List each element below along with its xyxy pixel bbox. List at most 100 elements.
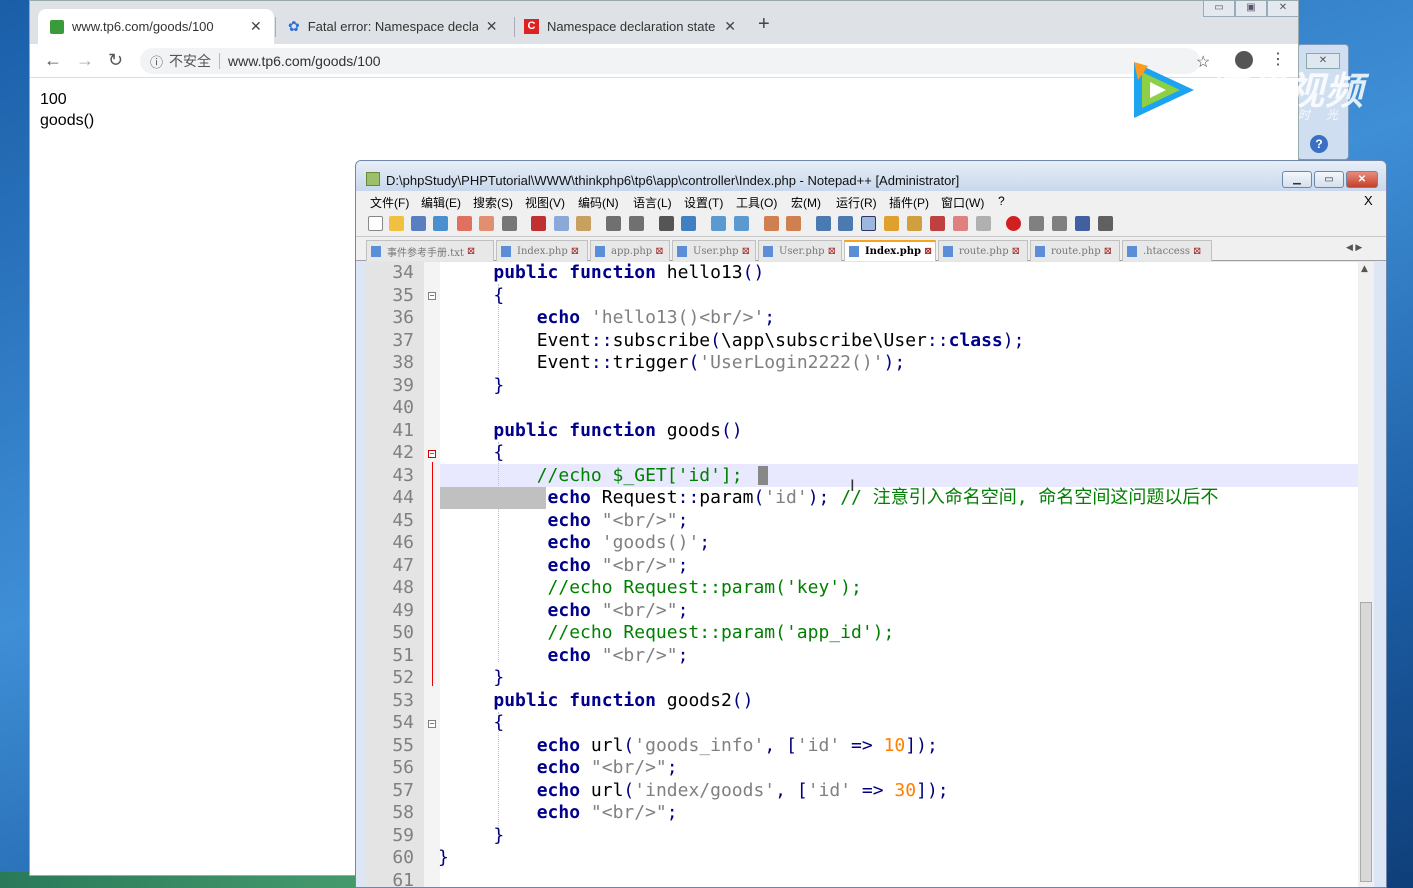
code-line: { (493, 284, 505, 306)
maximize-icon[interactable]: ▭ (1314, 171, 1344, 188)
vertical-scrollbar[interactable]: ▲ (1358, 262, 1374, 887)
close-tab-icon[interactable]: ⊠ (1193, 246, 1201, 257)
forward-arrow-icon[interactable]: → (76, 50, 94, 71)
menu-search[interactable]: 搜索(S) (473, 194, 513, 211)
file-tab[interactable]: 事件参考手册.txt ⊠ (366, 240, 494, 261)
code-editor[interactable]: 34 35 36 37 38 39 40 41 42 43 44 45 46 4… (366, 262, 1374, 888)
copy-icon[interactable] (554, 216, 569, 231)
close-tab-icon[interactable]: ⊠ (571, 246, 579, 257)
menu-file[interactable]: 文件(F) (370, 194, 409, 211)
close-all-icon[interactable] (479, 216, 494, 231)
minimize-icon[interactable]: ▭ (1203, 1, 1235, 17)
close-tab-icon[interactable]: ⊠ (1012, 246, 1020, 257)
scroll-up-arrow-icon[interactable]: ▲ (1361, 264, 1368, 274)
close-tab-icon[interactable]: ✕ (486, 18, 498, 35)
file-tab[interactable]: route.php ⊠ (1030, 240, 1120, 261)
reload-icon[interactable]: ↻ (108, 50, 123, 71)
close-tab-icon[interactable]: ✕ (250, 18, 262, 35)
close-document-icon[interactable]: X (1364, 193, 1373, 208)
close-tab-icon[interactable]: ⊠ (467, 246, 475, 257)
minimize-icon[interactable]: ▁ (1282, 171, 1312, 188)
menu-view[interactable]: 视图(V) (525, 194, 565, 211)
menu-language[interactable]: 语言(L) (633, 194, 672, 211)
zoom-in-icon[interactable] (711, 216, 726, 231)
sync-vertical-icon[interactable] (764, 216, 779, 231)
indent-guide-icon[interactable] (861, 216, 876, 231)
file-tab[interactable]: User.php ⊠ (758, 240, 842, 261)
menu-edit[interactable]: 编辑(E) (421, 194, 461, 211)
menu-window[interactable]: 窗口(W) (941, 194, 984, 211)
code-line: echo "<br/>"; (547, 554, 689, 576)
browser-tab-goods[interactable]: www.tp6.com/goods/100 ✕ (38, 9, 274, 44)
redo-icon[interactable] (629, 216, 644, 231)
menu-plugins[interactable]: 插件(P) (889, 194, 929, 211)
save-all-icon[interactable] (433, 216, 448, 231)
line-number: 61 (392, 869, 414, 888)
folder-workspace-icon[interactable] (953, 216, 968, 231)
address-bar[interactable]: ⓘ 不安全 www.tp6.com/goods/100 (140, 48, 1200, 74)
browser-tab-fatal-error[interactable]: ✿ Fatal error: Namespace declar ✕ (276, 9, 512, 44)
url-text[interactable]: www.tp6.com/goods/100 (228, 53, 381, 69)
page-output-line: goods() (40, 112, 95, 129)
fold-minus-icon[interactable]: − (428, 292, 436, 300)
monitoring-icon[interactable] (976, 216, 991, 231)
menu-encoding[interactable]: 编码(N) (578, 194, 619, 211)
close-tab-icon[interactable]: ⊠ (828, 246, 836, 257)
close-tab-icon[interactable]: ⊠ (1104, 246, 1112, 257)
record-macro-icon[interactable] (1006, 216, 1021, 231)
stop-macro-icon[interactable] (1029, 216, 1044, 231)
run-macro-multiple-icon[interactable] (1075, 216, 1090, 231)
word-wrap-icon[interactable] (816, 216, 831, 231)
close-icon[interactable]: ✕ (1346, 171, 1378, 188)
menu-macro[interactable]: 宏(M) (791, 194, 821, 211)
find-icon[interactable] (659, 216, 674, 231)
fold-minus-icon[interactable]: − (428, 450, 436, 458)
file-icon (371, 245, 381, 257)
security-label[interactable]: 不安全 (169, 51, 211, 71)
close-tab-icon[interactable]: ✕ (724, 18, 736, 35)
new-file-icon[interactable] (368, 216, 383, 231)
maximize-icon[interactable]: ▣ (1235, 1, 1267, 17)
file-tab[interactable]: route.php ⊠ (938, 240, 1028, 261)
scrollbar-thumb[interactable] (1360, 602, 1372, 882)
file-tab[interactable]: User.php ⊠ (672, 240, 756, 261)
close-tab-icon[interactable]: ⊠ (924, 246, 932, 257)
show-all-characters-icon[interactable] (838, 216, 853, 231)
close-icon[interactable]: ✕ (1267, 1, 1299, 17)
code-line: public function hello13() (493, 262, 765, 283)
file-tab-active[interactable]: Index.php ⊠ (844, 240, 936, 261)
print-icon[interactable] (502, 216, 517, 231)
zoom-out-icon[interactable] (734, 216, 749, 231)
close-file-icon[interactable] (457, 216, 472, 231)
file-tab[interactable]: Index.php ⊠ (496, 240, 588, 261)
file-icon (943, 245, 953, 257)
document-map-icon[interactable] (907, 216, 922, 231)
info-icon[interactable]: ⓘ (150, 52, 163, 71)
menu-help[interactable]: ? (998, 194, 1005, 208)
save-macro-icon[interactable] (1098, 216, 1113, 231)
file-tab[interactable]: app.php ⊠ (590, 240, 670, 261)
open-file-icon[interactable] (389, 216, 404, 231)
new-tab-button[interactable]: + (758, 13, 770, 36)
file-tab[interactable]: .htaccess ⊠ (1122, 240, 1212, 261)
tab-scroll-arrows-icon[interactable]: ◀ ▶ (1346, 242, 1362, 253)
sync-horizontal-icon[interactable] (786, 216, 801, 231)
menu-tools[interactable]: 工具(O) (736, 194, 777, 211)
back-arrow-icon[interactable]: ← (44, 50, 62, 71)
menu-run[interactable]: 运行(R) (836, 194, 877, 211)
help-icon[interactable]: ? (1310, 135, 1328, 153)
language-icon[interactable] (884, 216, 899, 231)
browser-tab-namespace[interactable]: C Namespace declaration staten ✕ (512, 9, 748, 44)
play-macro-icon[interactable] (1052, 216, 1067, 231)
menu-settings[interactable]: 设置(T) (684, 194, 723, 211)
replace-icon[interactable] (681, 216, 696, 231)
close-tab-icon[interactable]: ⊠ (742, 246, 750, 257)
paste-icon[interactable] (576, 216, 591, 231)
close-tab-icon[interactable]: ⊠ (655, 246, 663, 257)
save-icon[interactable] (411, 216, 426, 231)
cut-icon[interactable] (531, 216, 546, 231)
undo-icon[interactable] (606, 216, 621, 231)
function-list-icon[interactable] (930, 216, 945, 231)
file-icon (849, 246, 859, 257)
fold-minus-icon[interactable]: − (428, 720, 436, 728)
